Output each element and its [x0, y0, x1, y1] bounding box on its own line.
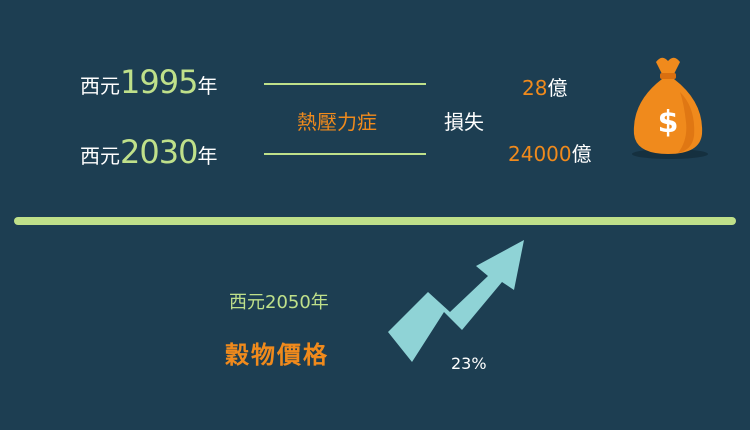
connector-line-2030: [264, 153, 426, 155]
svg-text:$: $: [658, 105, 679, 140]
year-suffix: 年: [197, 74, 218, 98]
cause-label: 熱壓力症: [297, 110, 377, 134]
value-number: 24000: [508, 142, 572, 166]
year-suffix: 年: [197, 144, 218, 168]
value-unit: 億: [571, 142, 592, 166]
percent-value: 23%: [451, 354, 487, 373]
loss-value-2030: 24000億: [508, 138, 592, 167]
year-prefix: 西元: [80, 144, 120, 168]
loss-value-1995: 28億: [522, 72, 567, 101]
value-number: 28: [522, 76, 548, 100]
year-number: 2030: [120, 133, 198, 171]
year-2050-label: 西元2050年: [229, 292, 329, 313]
section-divider: [14, 217, 736, 225]
year-1995-label: 西元1995年: [80, 66, 217, 98]
value-unit: 億: [547, 76, 568, 100]
crop-price-label: 穀物價格: [225, 341, 329, 369]
loss-label: 損失: [444, 110, 484, 134]
year-2030-label: 西元2030年: [80, 136, 217, 168]
money-bag-icon: $: [622, 52, 712, 162]
connector-line-1995: [264, 83, 426, 85]
year-number: 1995: [120, 63, 198, 101]
up-arrow-icon: [378, 234, 538, 369]
year-prefix: 西元: [80, 74, 120, 98]
